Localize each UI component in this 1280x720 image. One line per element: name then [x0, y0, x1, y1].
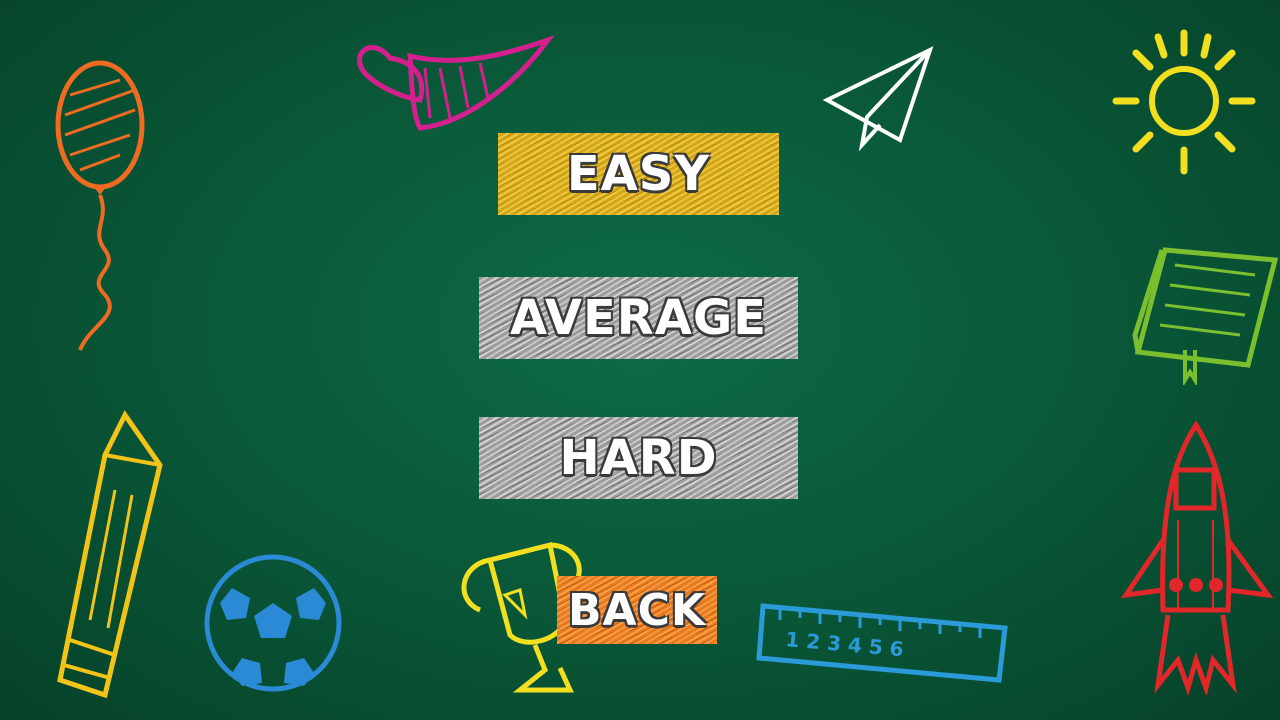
hard-button[interactable]: HARD	[479, 417, 798, 499]
easy-button[interactable]: EASY	[498, 133, 779, 215]
paper-plane-icon	[822, 46, 934, 152]
book-icon	[1132, 247, 1278, 385]
average-label: AVERAGE	[509, 290, 768, 346]
sun-icon	[1112, 29, 1256, 175]
rocket-icon	[1120, 420, 1274, 695]
hard-label: HARD	[559, 430, 718, 486]
ruler-icon: 1 2 3 4 5 6	[756, 603, 1008, 683]
average-button[interactable]: AVERAGE	[479, 277, 798, 359]
heart-banner-icon	[357, 35, 555, 131]
back-label: BACK	[568, 584, 706, 636]
ruler-numbers: 1 2 3 4 5 6	[785, 627, 905, 661]
easy-label: EASY	[566, 146, 711, 202]
soccer-ball-icon	[204, 554, 342, 692]
back-button[interactable]: BACK	[557, 576, 717, 644]
pencil-icon	[57, 410, 163, 699]
balloon-icon	[55, 60, 145, 351]
